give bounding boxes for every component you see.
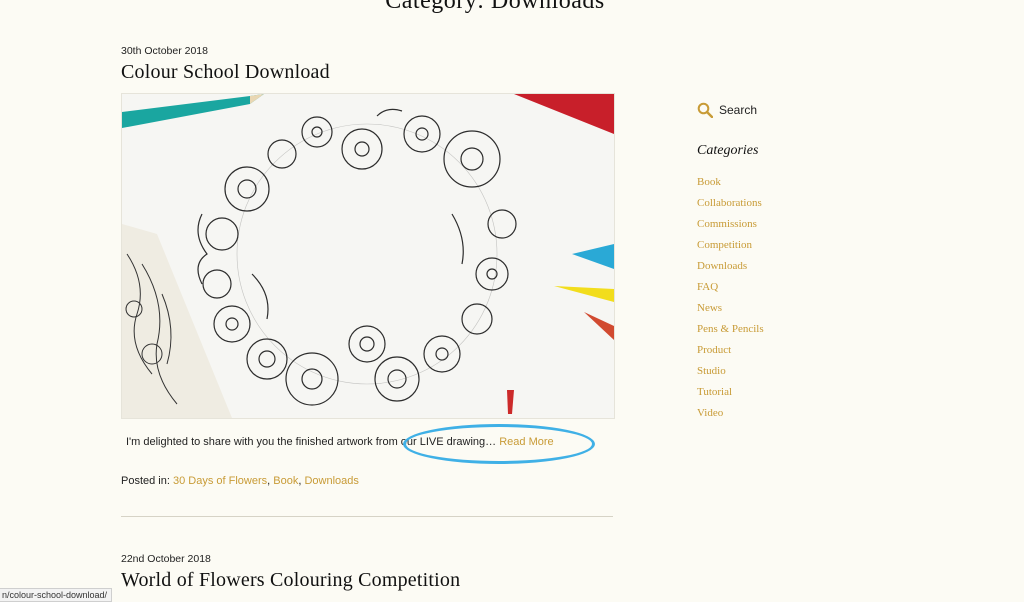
status-bar-url: n/colour-school-download/ (0, 588, 113, 602)
post-categories: Posted in: 30 Days of Flowers, Book, Dow… (121, 475, 359, 487)
sidebar-category-video[interactable]: Video (697, 403, 764, 424)
post-divider (121, 516, 613, 517)
sidebar-category-faq[interactable]: FAQ (697, 277, 764, 298)
sidebar-category-pens-pencils[interactable]: Pens & Pencils (697, 319, 764, 340)
search-icon (697, 102, 713, 118)
category-link-30-days-of-flowers[interactable]: 30 Days of Flowers (173, 475, 267, 487)
post-header: 22nd October 2018 World of Flowers Colou… (121, 553, 613, 592)
sidebar-category-competition[interactable]: Competition (697, 235, 764, 256)
page-title: Category: Downloads (385, 0, 605, 14)
sidebar-category-product[interactable]: Product (697, 340, 764, 361)
category-link-book[interactable]: Book (273, 475, 298, 487)
categories-list: Book Collaborations Commissions Competit… (697, 172, 764, 424)
search-label[interactable]: Search (719, 103, 757, 117)
sidebar-category-tutorial[interactable]: Tutorial (697, 382, 764, 403)
post-header: 30th October 2018 Colour School Download (121, 45, 613, 84)
annotation-circle (403, 424, 595, 464)
sidebar-category-collaborations[interactable]: Collaborations (697, 193, 764, 214)
sidebar-category-commissions[interactable]: Commissions (697, 214, 764, 235)
posted-in-label: Posted in: (121, 475, 170, 487)
post-date: 22nd October 2018 (121, 553, 211, 565)
coloring-wreath-illustration (122, 94, 614, 418)
categories-heading: Categories (697, 143, 759, 158)
post-title-link[interactable]: Colour School Download (121, 61, 613, 84)
sidebar-category-news[interactable]: News (697, 298, 764, 319)
post-title-link[interactable]: World of Flowers Colouring Competition (121, 569, 613, 592)
featured-image[interactable] (121, 93, 615, 419)
sidebar-category-studio[interactable]: Studio (697, 361, 764, 382)
category-link-downloads[interactable]: Downloads (304, 475, 358, 487)
sidebar-category-downloads[interactable]: Downloads (697, 256, 764, 277)
post-date: 30th October 2018 (121, 45, 208, 57)
search-widget[interactable]: Search (697, 102, 757, 118)
sidebar-category-book[interactable]: Book (697, 172, 764, 193)
